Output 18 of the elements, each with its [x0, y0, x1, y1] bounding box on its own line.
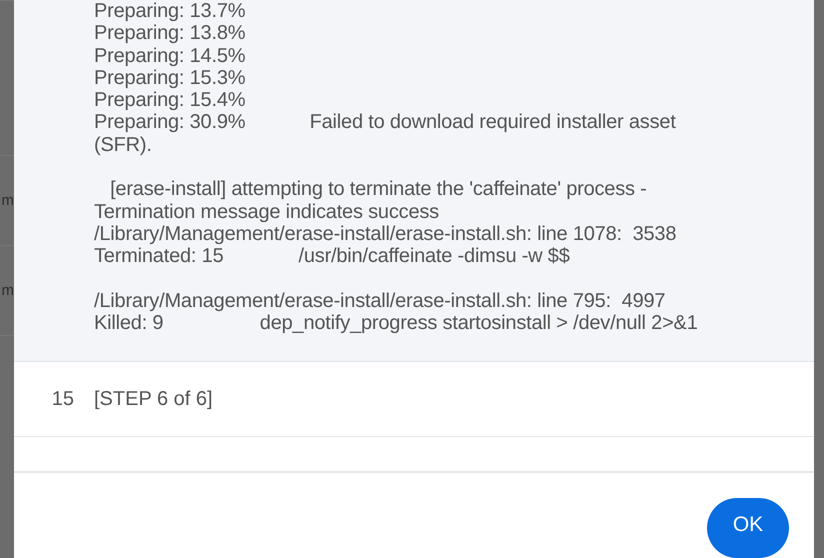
log-line: Killed: 9 dep_notify_progress startosinstall > /dev/null 2>&1: [94, 312, 699, 334]
log-line: Preparing: 15.4%: [94, 89, 246, 112]
log-line: Preparing: 14.5%: [94, 44, 246, 67]
background-text: m: [2, 283, 14, 298]
row-number: 15: [50, 387, 74, 412]
log-line: Preparing: 13.8%: [94, 22, 246, 45]
ok-button[interactable]: OK: [707, 498, 789, 558]
log-line: Terminated: 15 /usr/bin/caffeinate -dimsu -w $$: [94, 245, 571, 268]
log-line: Termination message indicates success: [94, 200, 440, 223]
log-line: (SFR).: [94, 134, 153, 156]
log-line: [erase-install] attempting to terminate the 'caffeinate' process -: [109, 178, 648, 201]
log-line: /Library/Management/erase-install/erase-install.sh: line 1078: 3538: [94, 222, 678, 246]
log-line: Preparing: 15.3%: [94, 66, 246, 90]
row-text: [STEP 6 of 6]: [94, 387, 213, 412]
background-text: m: [2, 193, 14, 208]
log-line: Preparing: 30.9% Failed to download required installer asset: [94, 111, 677, 134]
log-line: /Library/Management/erase-install/erase-install.sh: line 795: 4997: [94, 290, 666, 312]
log-line: Preparing: 13.7%: [94, 0, 246, 22]
